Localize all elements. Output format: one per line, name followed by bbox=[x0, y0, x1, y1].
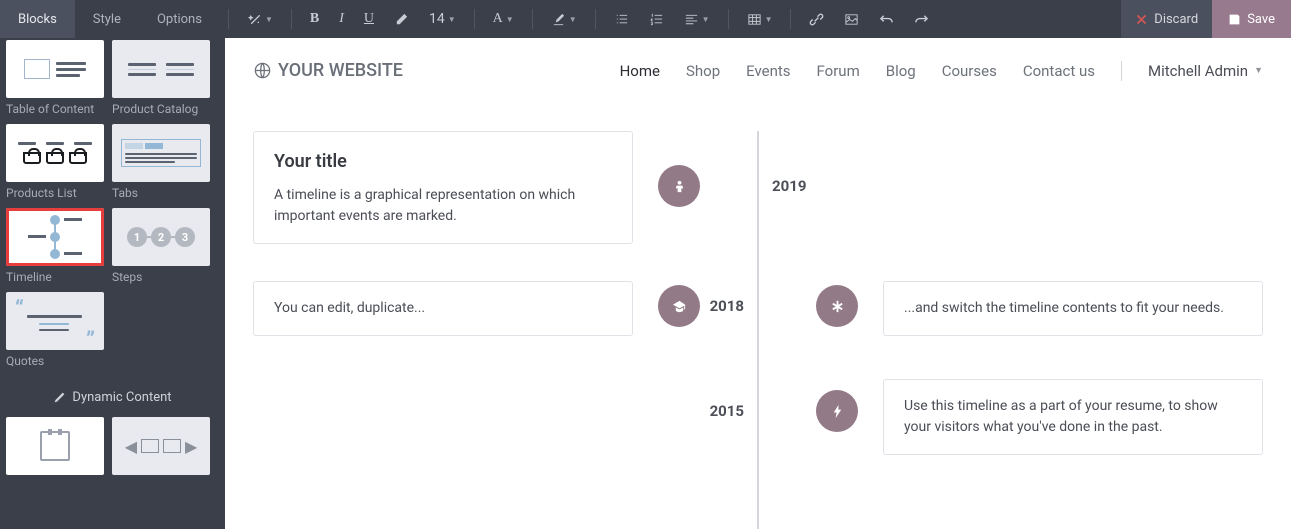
block-dynamic-1[interactable] bbox=[6, 417, 104, 475]
tab-style[interactable]: Style bbox=[75, 0, 139, 38]
block-product-catalog[interactable]: Product Catalog bbox=[112, 40, 210, 116]
editor-toolbar: Blocks Style Options ▼ B I U 14▼ A▼ ▼ ▼ … bbox=[0, 0, 1291, 38]
timeline-card-text: Use this timeline as a part of your resu… bbox=[904, 396, 1242, 438]
align-icon bbox=[684, 12, 699, 27]
highlight-dropdown[interactable]: ▼ bbox=[541, 0, 587, 38]
eraser-icon bbox=[394, 12, 409, 27]
timeline-card-text: You can edit, duplicate... bbox=[274, 298, 612, 319]
nav-events[interactable]: Events bbox=[746, 62, 790, 80]
align-dropdown[interactable]: ▼ bbox=[674, 0, 720, 38]
image-icon bbox=[844, 12, 859, 27]
timeline-card[interactable]: Use this timeline as a part of your resu… bbox=[883, 379, 1263, 455]
nav-courses[interactable]: Courses bbox=[942, 62, 997, 80]
timeline-card[interactable]: You can edit, duplicate... bbox=[253, 281, 633, 336]
timeline-card-text: A timeline is a graphical representation… bbox=[274, 185, 612, 227]
underline-button[interactable]: U bbox=[354, 0, 384, 38]
list-ol-icon bbox=[649, 12, 664, 27]
website-preview: YOUR WEBSITE Home Shop Events Forum Blog… bbox=[225, 38, 1291, 529]
graduation-cap-icon bbox=[672, 299, 687, 314]
magic-wand-button[interactable]: ▼ bbox=[237, 0, 283, 38]
save-button[interactable]: Save bbox=[1212, 0, 1291, 38]
nav-contact[interactable]: Contact us bbox=[1023, 62, 1095, 80]
font-size-dropdown[interactable]: 14▼ bbox=[419, 0, 466, 38]
block-tabs[interactable]: Tabs bbox=[112, 124, 210, 200]
timeline-year: 2018 bbox=[710, 297, 744, 315]
unordered-list-button[interactable] bbox=[604, 0, 639, 38]
redo-button[interactable] bbox=[904, 0, 939, 38]
nav-home[interactable]: Home bbox=[620, 62, 660, 80]
undo-button[interactable] bbox=[869, 0, 904, 38]
magic-wand-icon bbox=[247, 12, 262, 27]
link-icon bbox=[809, 12, 824, 27]
discard-button[interactable]: Discard bbox=[1121, 0, 1212, 38]
block-timeline[interactable]: Timeline bbox=[6, 208, 104, 284]
timeline-card[interactable]: ...and switch the timeline contents to f… bbox=[883, 281, 1263, 336]
asterisk-icon bbox=[830, 299, 845, 314]
timeline-year: 2019 bbox=[772, 177, 806, 195]
ordered-list-button[interactable] bbox=[639, 0, 674, 38]
undo-icon bbox=[879, 12, 894, 27]
nav-forum[interactable]: Forum bbox=[817, 62, 860, 80]
user-dropdown[interactable]: Mitchell Admin▼ bbox=[1148, 62, 1263, 80]
timeline-icon[interactable] bbox=[658, 165, 700, 207]
timeline-card-text: ...and switch the timeline contents to f… bbox=[904, 298, 1242, 319]
nav-shop[interactable]: Shop bbox=[686, 62, 720, 80]
eraser-button[interactable] bbox=[384, 0, 419, 38]
image-button[interactable] bbox=[834, 0, 869, 38]
block-steps[interactable]: 123 Steps bbox=[112, 208, 210, 284]
globe-icon bbox=[253, 61, 272, 80]
redo-icon bbox=[914, 12, 929, 27]
block-products-list[interactable]: Products List bbox=[6, 124, 104, 200]
child-icon bbox=[672, 179, 687, 194]
timeline-icon[interactable] bbox=[816, 390, 858, 432]
site-header: YOUR WEBSITE Home Shop Events Forum Blog… bbox=[253, 60, 1263, 91]
link-button[interactable] bbox=[799, 0, 834, 38]
font-color-dropdown[interactable]: A▼ bbox=[483, 0, 524, 38]
table-dropdown[interactable]: ▼ bbox=[737, 0, 783, 38]
dynamic-content-section: Dynamic Content bbox=[4, 390, 221, 405]
blocks-sidebar: Table of Content Product Catalog Product… bbox=[0, 38, 225, 529]
timeline-year: 2015 bbox=[710, 402, 744, 420]
timeline-icon[interactable] bbox=[658, 285, 700, 327]
block-quotes[interactable]: “ ” Quotes bbox=[6, 292, 104, 368]
timeline-icon[interactable] bbox=[816, 285, 858, 327]
timeline-card-title: Your title bbox=[274, 148, 612, 175]
brush-icon bbox=[551, 12, 566, 27]
site-logo[interactable]: YOUR WEBSITE bbox=[253, 60, 403, 81]
block-table-of-content[interactable]: Table of Content bbox=[6, 40, 104, 116]
list-ul-icon bbox=[614, 12, 629, 27]
tab-options[interactable]: Options bbox=[139, 0, 220, 38]
bolt-icon bbox=[830, 404, 845, 419]
bold-button[interactable]: B bbox=[300, 0, 329, 38]
timeline-card[interactable]: Your title A timeline is a graphical rep… bbox=[253, 131, 633, 244]
block-dynamic-2[interactable]: ◀ ▶ bbox=[112, 417, 210, 475]
nav-blog[interactable]: Blog bbox=[886, 62, 916, 80]
table-icon bbox=[747, 12, 762, 27]
close-icon bbox=[1135, 13, 1148, 26]
timeline-block[interactable]: Your title A timeline is a graphical rep… bbox=[253, 131, 1263, 491]
site-nav: Home Shop Events Forum Blog Courses Cont… bbox=[620, 61, 1263, 81]
save-icon bbox=[1228, 13, 1241, 26]
tab-blocks[interactable]: Blocks bbox=[0, 0, 75, 38]
italic-button[interactable]: I bbox=[329, 0, 354, 38]
pencil-icon bbox=[53, 391, 66, 404]
